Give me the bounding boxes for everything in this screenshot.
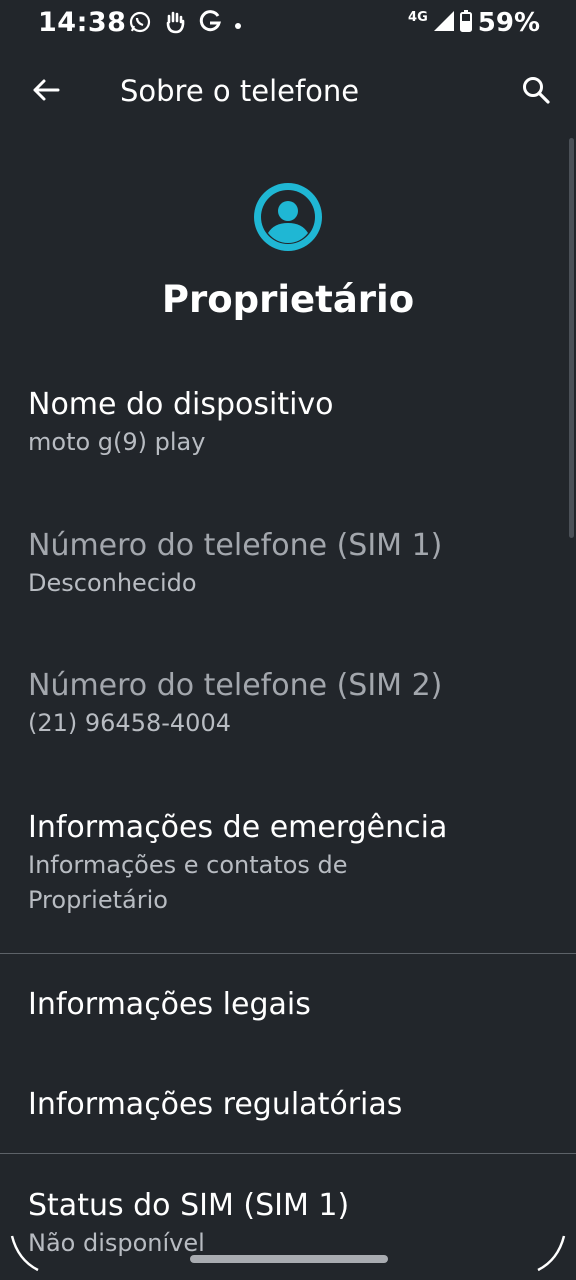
battery-percentage: 59% [477, 8, 540, 38]
emergency-info-item[interactable]: Informações de emergência Informações e … [28, 808, 548, 918]
item-summary: (21) 96458-4004 [28, 709, 231, 737]
regulatory-info-item[interactable]: Informações regulatórias [28, 1085, 548, 1125]
back-arrow-icon [32, 76, 60, 108]
right-corner-mark [528, 1230, 568, 1274]
system-icons: 4G 59% [408, 7, 540, 39]
item-summary: moto g(9) play [28, 428, 206, 456]
search-button[interactable] [516, 72, 556, 112]
item-title: Informações regulatórias [28, 1087, 403, 1122]
owner-name: Proprietário [161, 278, 415, 321]
google-icon [198, 10, 222, 38]
phone-number-sim1-item: Número do telefone (SIM 1) Desconhecido [28, 526, 548, 601]
status-time: 14:38 [38, 7, 127, 38]
sim-status-item[interactable]: Status do SIM (SIM 1) Não disponível [28, 1186, 548, 1261]
app-bar: Sobre o telefone [0, 60, 576, 124]
whatsapp-icon [128, 10, 152, 38]
network-type: 4G [408, 9, 428, 25]
item-title: Nome do dispositivo [28, 387, 334, 422]
account-circle-icon [254, 183, 322, 251]
item-title: Número do telefone (SIM 1) [28, 528, 443, 563]
item-summary: Desconhecido [28, 569, 197, 597]
page-title: Sobre o telefone [120, 74, 360, 108]
item-title: Status do SIM (SIM 1) [28, 1188, 350, 1223]
gesture-navigation-bar[interactable] [190, 1255, 388, 1263]
item-summary: Informações e contatos de Proprietário [28, 851, 348, 914]
item-title: Número do telefone (SIM 2) [28, 668, 443, 703]
hand-icon [164, 10, 186, 38]
status-bar: 14:38 4G 59% [0, 0, 576, 48]
back-button[interactable] [26, 72, 66, 112]
search-icon [521, 75, 551, 109]
dot-icon [234, 15, 242, 34]
item-title: Informações de emergência [28, 810, 448, 845]
device-name-item[interactable]: Nome do dispositivo moto g(9) play [28, 385, 548, 460]
legal-info-item[interactable]: Informações legais [28, 985, 548, 1025]
divider [0, 953, 576, 954]
signal-icon [433, 11, 454, 35]
item-title: Informações legais [28, 987, 311, 1022]
notification-icons [128, 9, 242, 39]
battery-icon [459, 10, 472, 36]
phone-number-sim2-item: Número do telefone (SIM 2) (21) 96458-40… [28, 666, 548, 741]
divider [0, 1153, 576, 1154]
scrollbar[interactable] [569, 138, 574, 538]
left-corner-mark [8, 1230, 48, 1274]
